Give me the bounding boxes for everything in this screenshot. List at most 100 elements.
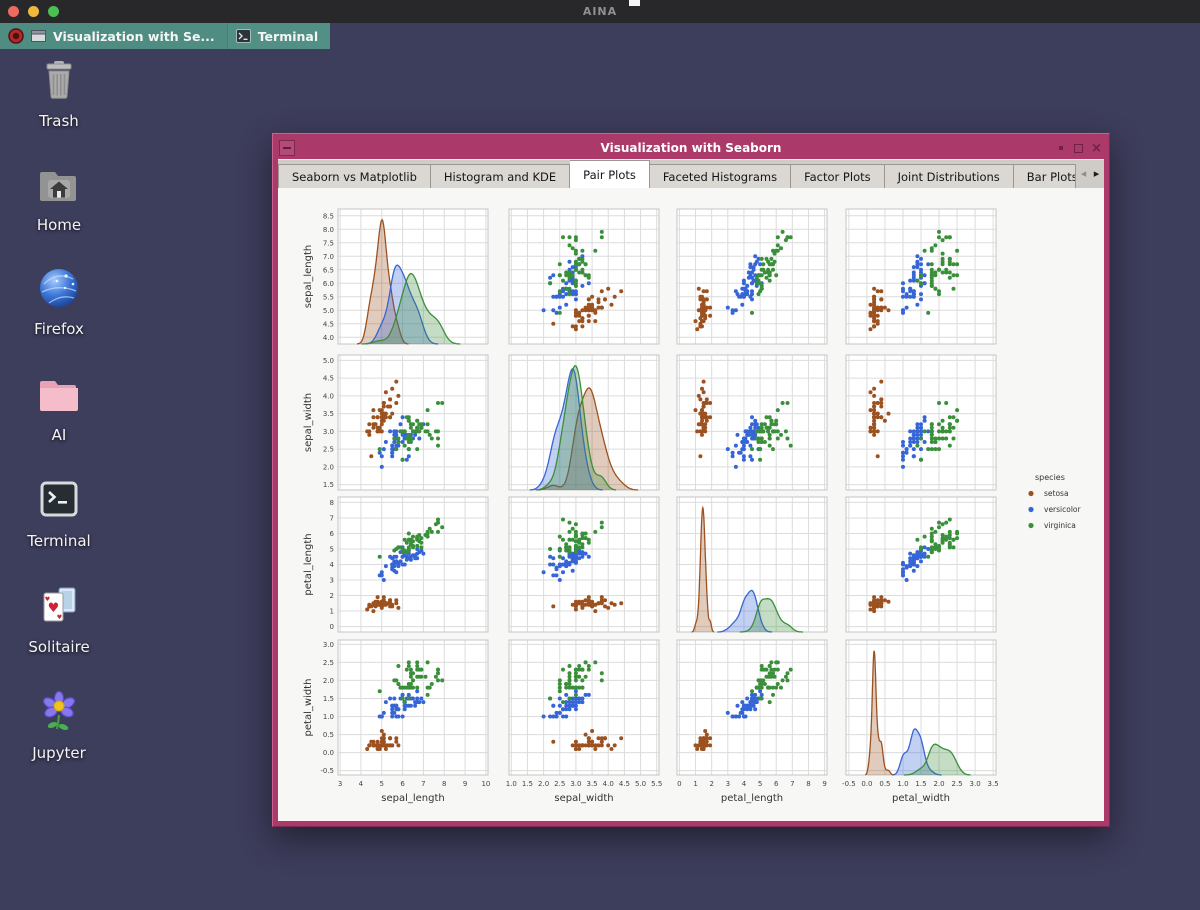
desktop-icon-terminal[interactable]: Terminal [16, 476, 102, 550]
y-axis-label: sepal_width [303, 393, 314, 452]
x-tick-label: 3.5 [988, 780, 999, 788]
desktop-icon-label: Jupyter [32, 744, 86, 762]
desktop-icon-trash[interactable]: Trash [16, 56, 102, 130]
desktop-icon-home[interactable]: Home [16, 160, 102, 234]
y-tick-label: 2.5 [323, 659, 334, 667]
x-tick-label: 0 [677, 780, 681, 788]
desktop-icon-label: AI [51, 426, 67, 444]
window-maximize-button[interactable] [1071, 140, 1086, 156]
desktop-icon-jupyter[interactable]: Jupyter [16, 688, 102, 762]
y-tick-label: -0.5 [320, 767, 334, 775]
tab-histogram-and-kde[interactable]: Histogram and KDE [430, 164, 571, 188]
subplot-sepal_width-vs-sepal_width [508, 354, 660, 491]
x-axis-label: petal_width [892, 793, 950, 804]
x-axis-label: sepal_width [554, 793, 613, 804]
maximize-square-icon [1074, 143, 1083, 153]
tab-bar: Seaborn vs Matplotlib Histogram and KDE Pa… [278, 159, 1104, 188]
home-icon [16, 160, 102, 212]
pairplot-svg: 4.0 4.5 5.0 5.5 6.0 6.5 7.0 7.5 8.0 8.5 sepal_leng… [303, 208, 1082, 804]
taskbar-item-terminal[interactable]: Terminal [226, 23, 331, 49]
desktop-icon-label: Firefox [34, 320, 84, 338]
legend-title: species [1035, 473, 1065, 482]
x-tick-label: 2.5 [554, 780, 565, 788]
y-tick-label: 8.5 [323, 212, 334, 220]
x-tick-label: 3.0 [570, 780, 581, 788]
solitaire-icon: ♥ ♥ ♥ [16, 582, 102, 634]
desktop-icon-label: Home [36, 216, 82, 234]
app-window: Visualization with Seaborn × Seaborn vs … [272, 133, 1110, 827]
taskbar-item-visualization-with-se[interactable]: Visualization with Se... [0, 23, 227, 49]
x-tick-label: 1.5 [522, 780, 533, 788]
x-tick-label: 6 [400, 780, 405, 788]
window-icon [31, 30, 46, 42]
desktop-icon-ai[interactable]: AI [16, 370, 102, 444]
window-shade-button[interactable] [1053, 140, 1068, 156]
y-tick-label: 7.0 [323, 253, 334, 261]
x-tick-label: 2.0 [933, 780, 944, 788]
tab-pair-plots[interactable]: Pair Plots [570, 160, 650, 188]
x-tick-label: 8 [442, 780, 446, 788]
x-tick-label: 10 [481, 780, 490, 788]
y-tick-label: 2.5 [323, 446, 334, 454]
y-axis-label: sepal_length [303, 245, 314, 309]
x-tick-label: 3 [338, 780, 342, 788]
x-tick-label: -0.5 [842, 780, 856, 788]
terminal-small-icon [235, 29, 251, 43]
tab-scroll-right-button[interactable]: ▸ [1091, 165, 1102, 183]
tab-scroll-left-button[interactable]: ◂ [1078, 165, 1089, 183]
y-tick-label: 3.5 [323, 410, 334, 418]
legend-marker-setosa [1028, 490, 1034, 497]
y-tick-label: 1.5 [323, 695, 334, 703]
x-tick-label: 5.0 [635, 780, 646, 788]
x-tick-label: 4 [359, 780, 364, 788]
y-tick-label: 4.5 [323, 375, 334, 383]
x-tick-label: 0.0 [861, 780, 872, 788]
y-tick-label: 5.0 [323, 307, 334, 315]
tab-seaborn-vs-matplotlib[interactable]: Seaborn vs Matplotlib [278, 164, 431, 188]
tab-faceted-histograms[interactable]: Faceted Histograms [649, 164, 792, 188]
y-tick-label: 2.0 [323, 677, 334, 685]
subplot-sepal_width-vs-sepal_length [337, 354, 489, 491]
subplot-sepal_length-vs-sepal_width [508, 208, 660, 345]
terminal-icon [16, 476, 102, 528]
desktop-icon-label: Terminal [27, 532, 91, 550]
y-tick-label: 2 [330, 592, 334, 600]
y-tick-label: 0 [330, 623, 334, 631]
x-tick-label: 2.0 [538, 780, 549, 788]
legend-label-setosa: setosa [1044, 489, 1069, 498]
x-tick-label: 4 [742, 780, 747, 788]
x-tick-label: 7 [421, 780, 425, 788]
x-tick-label: 2 [709, 780, 713, 788]
desktop-icon-firefox[interactable]: Firefox [16, 264, 102, 338]
tab-factor-plots[interactable]: Factor Plots [791, 164, 885, 188]
taskbar-item-label: Visualization with Se... [53, 28, 215, 44]
x-tick-label: 1.0 [506, 780, 517, 788]
subplot-petal_length-vs-sepal_length [337, 496, 489, 633]
y-tick-label: 7 [330, 514, 334, 522]
y-tick-label: 1.5 [323, 481, 334, 489]
tab-bar-plots[interactable]: Bar Plots [1013, 164, 1076, 188]
record-icon [8, 28, 24, 44]
window-close-button[interactable]: × [1089, 140, 1104, 156]
y-axis-label: petal_width [303, 679, 314, 737]
subplot-sepal_length-vs-petal_length [676, 208, 828, 345]
y-tick-label: 8 [330, 499, 334, 507]
y-tick-label: 0.5 [323, 731, 334, 739]
x-tick-label: 3.5 [587, 780, 598, 788]
tab-joint-distributions[interactable]: Joint Distributions [884, 164, 1014, 188]
shade-dot-icon [1058, 146, 1063, 150]
desktop-icon-label: Solitaire [28, 638, 90, 656]
y-tick-label: 3 [330, 577, 334, 585]
x-tick-label: 5 [758, 780, 762, 788]
folder-pink-icon [16, 370, 102, 422]
window-titlebar: Visualization with Seaborn × [278, 137, 1104, 159]
window-controls: × [1053, 140, 1104, 156]
x-tick-label: 5 [380, 780, 384, 788]
menu-bar: AINA [0, 0, 1200, 23]
y-tick-label: 3.0 [323, 428, 334, 436]
menu-bar-title: AINA [582, 5, 618, 18]
x-tick-label: 1.0 [897, 780, 908, 788]
desktop-icon-solitaire[interactable]: ♥ ♥ ♥ Solitaire [16, 582, 102, 656]
tab-scroll-buttons: ◂ ▸ [1076, 160, 1104, 188]
y-tick-label: 6 [330, 530, 335, 538]
